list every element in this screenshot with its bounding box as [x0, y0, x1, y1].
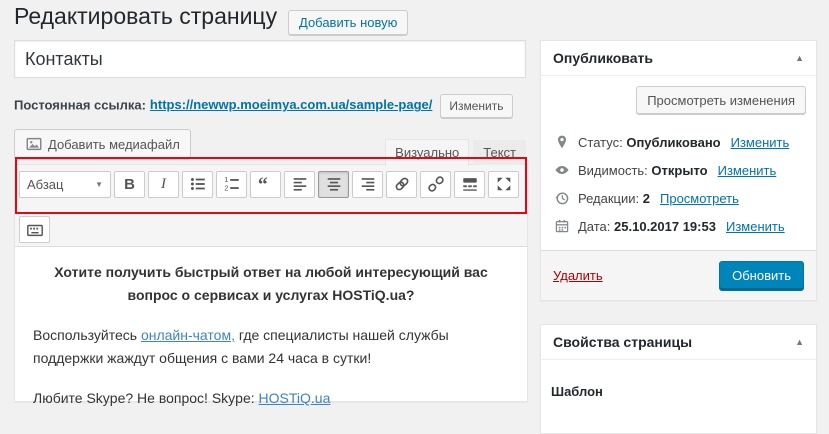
editor-container: Абзац ▼ B I 12 “: [14, 164, 528, 402]
keyboard-icon: [26, 221, 44, 239]
align-left-button[interactable]: [284, 171, 315, 198]
collapse-arrow-icon[interactable]: ▲: [795, 53, 804, 63]
tab-visual[interactable]: Визуально: [385, 139, 469, 166]
delete-link[interactable]: Удалить: [553, 268, 603, 283]
italic-button[interactable]: I: [148, 171, 179, 198]
permalink-link[interactable]: https://newwp.moeimya.com.ua/sample-page…: [150, 97, 432, 112]
svg-text:2: 2: [224, 183, 228, 192]
date-label: Дата:: [578, 219, 610, 234]
visibility-value: Открыто: [651, 163, 707, 178]
bullet-list-button[interactable]: [182, 171, 213, 198]
unlink-button[interactable]: [420, 171, 451, 198]
italic-icon: I: [161, 176, 166, 193]
link-button[interactable]: [386, 171, 417, 198]
chat-text-before: Воспользуйтесь: [33, 327, 141, 343]
content-lead: Хотите получить быстрый ответ на любой и…: [34, 261, 508, 307]
permalink-edit-button[interactable]: Изменить: [440, 94, 512, 118]
skype-link[interactable]: HOSTiQ.ua: [259, 390, 331, 406]
preview-row: Просмотреть изменения: [551, 86, 806, 114]
fullscreen-icon: [495, 175, 513, 193]
visibility-row: Видимость: Открыто Изменить: [551, 156, 806, 184]
svg-text:“: “: [257, 175, 267, 193]
editor-content[interactable]: Хотите получить быстрый ответ на любой и…: [15, 247, 527, 424]
chevron-down-icon: ▼: [95, 180, 103, 189]
bold-icon: B: [124, 176, 135, 193]
revisions-text: Редакции: 2: [578, 191, 650, 206]
align-center-icon: [325, 175, 343, 193]
content-paragraph-chat: Воспользуйтесь онлайн-чатом, где специал…: [33, 324, 509, 370]
bullet-list-icon: [189, 175, 207, 193]
toolbar-toggle-button[interactable]: [19, 216, 50, 243]
bold-button[interactable]: B: [114, 171, 145, 198]
status-label: Статус:: [578, 135, 623, 150]
chat-link[interactable]: онлайн-чатом,: [141, 327, 235, 343]
paragraph-format-label: Абзац: [27, 177, 63, 192]
collapse-arrow-icon[interactable]: ▲: [795, 337, 804, 347]
permalink-row: Постоянная ссылка: https://newwp.moeimya.…: [14, 94, 513, 118]
blockquote-button[interactable]: “: [250, 171, 281, 198]
more-tag-icon: [461, 175, 479, 193]
toolbar-row-2: [19, 216, 523, 242]
page-title: Редактировать страницу: [14, 3, 277, 30]
attributes-panel-header[interactable]: Свойства страницы ▲: [541, 325, 816, 360]
unlink-icon: [427, 175, 445, 193]
content-paragraph-skype: Любите Skype? Не вопрос! Skype: HOSTiQ.u…: [33, 387, 509, 410]
add-new-button[interactable]: Добавить новую: [288, 10, 408, 35]
editor-toolbar: Абзац ▼ B I 12 “: [15, 165, 527, 247]
date-value: 25.10.2017 19:53: [614, 219, 716, 234]
numbered-list-button[interactable]: 12: [216, 171, 247, 198]
skype-text-before: Любите Skype? Не вопрос! Skype:: [33, 390, 259, 406]
edit-date-link[interactable]: Изменить: [726, 219, 785, 234]
status-text: Статус: Опубликовано: [578, 135, 721, 150]
revisions-row: Редакции: 2 Просмотреть: [551, 184, 806, 212]
publish-panel-body: Просмотреть изменения Статус: Опубликова…: [541, 76, 816, 250]
publish-panel-title: Опубликовать: [553, 50, 653, 66]
page-attributes-panel: Свойства страницы ▲ Шаблон: [540, 324, 817, 434]
align-right-icon: [359, 175, 377, 193]
status-row: Статус: Опубликовано Изменить: [551, 128, 806, 156]
visibility-text: Видимость: Открыто: [578, 163, 708, 178]
link-icon: [393, 175, 411, 193]
align-left-icon: [291, 175, 309, 193]
fullscreen-button[interactable]: [488, 171, 519, 198]
date-text: Дата: 25.10.2017 19:53: [578, 219, 716, 234]
numbered-list-icon: 12: [223, 175, 241, 193]
visibility-label: Видимость:: [578, 163, 648, 178]
date-row: Дата: 25.10.2017 19:53 Изменить: [551, 212, 806, 240]
blockquote-icon: “: [257, 175, 275, 193]
tab-text[interactable]: Текст: [473, 140, 526, 165]
edit-status-link[interactable]: Изменить: [731, 135, 790, 150]
view-revisions-link[interactable]: Просмотреть: [660, 191, 739, 206]
revisions-value: 2: [643, 191, 650, 206]
status-pin-icon: [553, 134, 571, 150]
visibility-eye-icon: [553, 162, 571, 178]
paragraph-format-dropdown[interactable]: Абзац ▼: [19, 171, 111, 198]
revisions-clock-icon: [553, 190, 571, 206]
publish-actions: Удалить Обновить: [541, 250, 816, 300]
attributes-panel-title: Свойства страницы: [553, 334, 692, 350]
calendar-icon: [553, 218, 571, 234]
editor-tabs: Визуально Текст: [14, 139, 526, 165]
template-label: Шаблон: [551, 384, 806, 399]
publish-panel-header[interactable]: Опубликовать ▲: [541, 41, 816, 76]
more-tag-button[interactable]: [454, 171, 485, 198]
toolbar-row-1: Абзац ▼ B I 12 “: [19, 170, 523, 198]
publish-panel: Опубликовать ▲ Просмотреть изменения Ста…: [540, 40, 817, 301]
revisions-label: Редакции:: [578, 191, 639, 206]
permalink-label: Постоянная ссылка:: [14, 97, 146, 112]
preview-changes-button[interactable]: Просмотреть изменения: [636, 86, 806, 114]
status-value: Опубликовано: [626, 135, 720, 150]
align-center-button[interactable]: [318, 171, 349, 198]
align-right-button[interactable]: [352, 171, 383, 198]
update-button[interactable]: Обновить: [719, 261, 804, 291]
wp-edit-page-screen: Редактировать страницу Добавить новую По…: [0, 0, 829, 402]
post-title-input[interactable]: [14, 40, 526, 78]
edit-visibility-link[interactable]: Изменить: [718, 163, 777, 178]
